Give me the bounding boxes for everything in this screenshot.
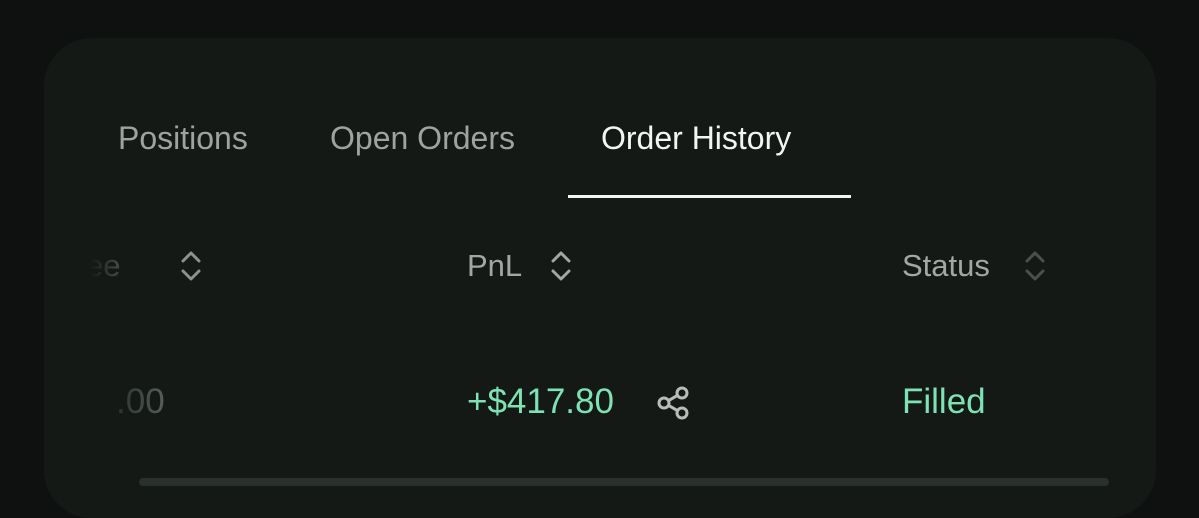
active-tab-indicator — [568, 195, 851, 198]
cell-status: Filled — [902, 382, 986, 421]
sort-icon[interactable] — [549, 246, 573, 286]
order-panel: Positions Open Orders Order History ee P… — [44, 38, 1156, 518]
horizontal-scrollbar[interactable] — [139, 478, 1109, 486]
sort-icon[interactable] — [1023, 246, 1047, 286]
tab-positions[interactable]: Positions — [118, 118, 248, 158]
column-header-fee[interactable]: ee — [86, 246, 120, 286]
column-header-status[interactable]: Status — [902, 246, 990, 286]
tab-bar: Positions Open Orders Order History — [44, 38, 1156, 198]
cell-pnl: +$417.80 — [467, 382, 614, 421]
column-header-pnl[interactable]: PnL — [467, 246, 522, 286]
tab-open-orders[interactable]: Open Orders — [330, 118, 515, 158]
cell-fee: .00 — [116, 382, 165, 421]
tab-order-history[interactable]: Order History — [601, 118, 791, 158]
share-icon[interactable] — [655, 385, 691, 421]
sort-icon[interactable] — [179, 246, 203, 286]
